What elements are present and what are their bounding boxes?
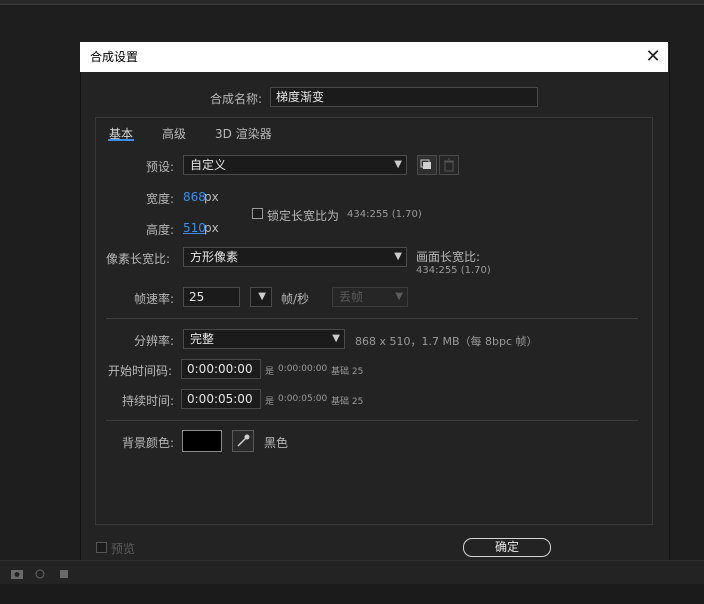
chevron-down-icon: ▼ bbox=[394, 159, 402, 170]
app-status-strip bbox=[0, 584, 704, 604]
eyedropper-icon bbox=[237, 434, 250, 447]
preset-value: 自定义 bbox=[190, 158, 227, 172]
frame-rate-label: 帧速率: bbox=[134, 292, 175, 306]
background-color-name: 黑色 bbox=[264, 436, 289, 450]
trash-icon bbox=[444, 158, 454, 172]
width-label: 宽度: bbox=[146, 192, 175, 206]
delete-preset-button[interactable] bbox=[439, 155, 459, 175]
drop-frame-select: 丢帧 ▼ bbox=[332, 287, 408, 307]
tab-3d-renderer[interactable]: 3D 渲染器 bbox=[215, 125, 272, 142]
preview-label: 预览 bbox=[111, 542, 136, 556]
save-preset-icon bbox=[420, 159, 431, 169]
dialog-title: 合成设置 bbox=[90, 50, 139, 64]
pixel-aspect-select[interactable]: 方形像素 ▼ bbox=[183, 247, 407, 267]
start-timecode-equiv-prefix: 是 bbox=[265, 367, 275, 377]
eyedropper-button[interactable] bbox=[232, 430, 254, 452]
resolution-info: 868 x 510，1.7 MB（每 8bpc 帧） bbox=[355, 335, 538, 348]
ok-button[interactable]: 确定 bbox=[463, 538, 551, 557]
duration-equiv: 0:00:05:00 bbox=[278, 394, 328, 404]
chevron-down-icon: ▼ bbox=[394, 251, 402, 262]
resolution-value: 完整 bbox=[190, 332, 215, 346]
height-label: 高度: bbox=[146, 223, 175, 237]
resolution-select[interactable]: 完整 ▼ bbox=[183, 329, 345, 349]
frame-aspect-label: 画面长宽比: bbox=[416, 250, 481, 264]
preset-label: 预设: bbox=[146, 160, 175, 174]
preview-checkbox[interactable] bbox=[96, 542, 107, 553]
pixel-aspect-value: 方形像素 bbox=[190, 250, 239, 264]
start-timecode-equiv: 0:00:00:00 bbox=[278, 364, 328, 374]
settings-panel bbox=[95, 117, 653, 525]
divider bbox=[106, 420, 638, 421]
height-unit: px bbox=[204, 221, 219, 235]
lock-aspect-checkbox[interactable] bbox=[252, 208, 263, 219]
background-color-swatch[interactable] bbox=[182, 430, 222, 452]
height-value[interactable]: 510 bbox=[183, 221, 206, 235]
background-color-label: 背景颜色: bbox=[122, 436, 175, 450]
frame-rate-unit: 帧/秒 bbox=[281, 292, 310, 306]
dialog-titlebar bbox=[80, 42, 668, 72]
chevron-down-icon: ▼ bbox=[332, 333, 340, 344]
save-preset-button[interactable] bbox=[417, 155, 437, 175]
lock-aspect-label: 锁定长宽比为 bbox=[267, 209, 340, 223]
start-timecode-input[interactable]: 0:00:00:00 bbox=[181, 359, 261, 379]
frame-rate-input[interactable]: 25 bbox=[183, 287, 240, 307]
camera-icon bbox=[11, 569, 68, 579]
active-tab-indicator bbox=[108, 139, 134, 141]
pixel-aspect-label: 像素长宽比: bbox=[106, 252, 171, 266]
resolution-label: 分辨率: bbox=[134, 334, 175, 348]
frame-aspect-value: 434:255 (1.70) bbox=[416, 265, 491, 276]
width-value[interactable]: 868 bbox=[183, 190, 206, 204]
divider bbox=[106, 318, 638, 319]
duration-equiv-prefix: 是 bbox=[265, 397, 275, 407]
lock-aspect-ratio: 434:255 (1.70) bbox=[347, 209, 422, 220]
comp-name-label: 合成名称: bbox=[210, 92, 263, 106]
app-top-strip bbox=[0, 0, 704, 5]
preset-select[interactable]: 自定义 ▼ bbox=[183, 155, 407, 175]
chevron-down-icon: ▼ bbox=[395, 291, 403, 302]
drop-frame-value: 丢帧 bbox=[339, 290, 364, 304]
comp-name-input[interactable]: 梯度渐变 bbox=[270, 87, 538, 107]
duration-label: 持续时间: bbox=[122, 394, 175, 408]
width-unit: px bbox=[204, 190, 219, 204]
close-icon[interactable]: ✕ bbox=[642, 46, 664, 68]
app-bottom-toolbar bbox=[0, 560, 704, 585]
frame-rate-dropdown[interactable]: ▼ bbox=[250, 287, 272, 307]
duration-base: 基础 25 bbox=[331, 397, 364, 407]
start-timecode-label: 开始时间码: bbox=[108, 364, 173, 378]
duration-input[interactable]: 0:00:05:00 bbox=[181, 389, 261, 409]
start-timecode-base: 基础 25 bbox=[331, 367, 364, 377]
tab-advanced[interactable]: 高级 bbox=[162, 125, 186, 142]
chevron-down-icon: ▼ bbox=[258, 291, 266, 302]
